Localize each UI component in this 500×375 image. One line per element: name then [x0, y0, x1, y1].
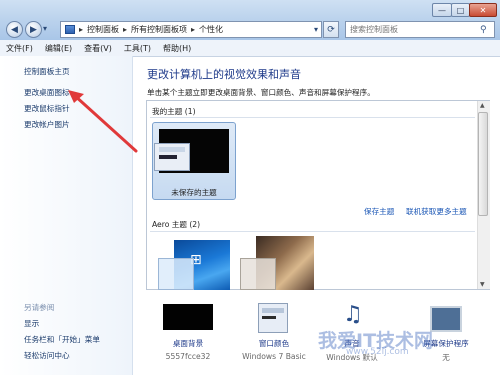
my-themes-heading: 我的主题 (1) — [152, 107, 196, 116]
theme-preview-window — [158, 258, 194, 290]
watermark-url: www.52ij.com — [346, 347, 409, 357]
theme-preview-window — [240, 258, 276, 290]
breadcrumb-separator: ▸ — [123, 25, 128, 34]
screensaver-icon[interactable] — [430, 306, 462, 332]
scroll-thumb[interactable] — [478, 112, 488, 216]
sidebar-link-change-mouse-pointers[interactable]: 更改鼠标指针 — [24, 103, 70, 114]
search-icon[interactable]: ⚲ — [480, 25, 487, 35]
back-button[interactable]: ◀ — [6, 21, 23, 38]
save-theme-link[interactable]: 保存主题 — [364, 206, 394, 217]
refresh-button[interactable]: ⟳ — [323, 21, 339, 38]
control-panel-icon — [65, 25, 75, 34]
menu-tools[interactable]: 工具(T) — [118, 43, 157, 54]
screensaver-value: 无 — [442, 353, 450, 362]
sidebar-link-change-desktop-icons[interactable]: 更改桌面图标 — [24, 87, 70, 98]
page-subtitle: 单击某个主题立即更改桌面背景、窗口颜色、声音和屏幕保护程序。 — [147, 88, 375, 97]
desktop-background-value: 5557fcce32 — [165, 352, 211, 361]
menu-bar: 文件(F) 编辑(E) 查看(V) 工具(T) 帮助(H) — [0, 40, 500, 57]
sidebar-link-ease-of-access[interactable]: 轻松访问中心 — [24, 350, 70, 361]
recent-pages-dropdown-icon[interactable]: ▾ — [43, 24, 47, 33]
window-color-icon[interactable] — [258, 303, 288, 333]
desktop-background-thumbnail[interactable] — [163, 304, 213, 330]
search-box[interactable]: ⚲ — [345, 21, 495, 38]
menu-help[interactable]: 帮助(H) — [157, 43, 197, 54]
sidebar-link-control-panel-home[interactable]: 控制面板主页 — [24, 66, 70, 77]
menu-edit[interactable]: 编辑(E) — [39, 43, 78, 54]
aero-themes-heading: Aero 主题 (2) — [152, 220, 201, 229]
address-dropdown-icon[interactable]: ▾ — [314, 25, 318, 34]
divider — [150, 231, 475, 232]
breadcrumb-all-items[interactable]: 所有控制面板项 — [131, 24, 187, 35]
sidebar-link-change-account-picture[interactable]: 更改帐户图片 — [24, 119, 70, 130]
breadcrumb-personalization[interactable]: 个性化 — [199, 24, 223, 35]
scroll-down-icon[interactable]: ▼ — [480, 281, 485, 288]
divider — [150, 117, 475, 118]
page-title: 更改计算机上的视觉效果和声音 — [147, 68, 301, 81]
forward-button[interactable]: ▶ — [25, 21, 42, 38]
sidebar-link-taskbar-start-menu[interactable]: 任务栏和「开始」菜单 — [24, 334, 100, 345]
menu-file[interactable]: 文件(F) — [0, 43, 39, 54]
see-also-heading: 另请参阅 — [24, 303, 55, 312]
breadcrumb-separator: ▸ — [191, 25, 196, 34]
close-button[interactable]: ✕ — [469, 3, 497, 17]
window-color-value: Windows 7 Basic — [242, 352, 306, 361]
scroll-up-icon[interactable]: ▲ — [480, 102, 485, 109]
minimize-button[interactable]: — — [432, 3, 452, 17]
sounds-icon[interactable]: ♫ — [343, 302, 363, 327]
search-input[interactable] — [346, 24, 480, 35]
get-more-themes-link[interactable]: 联机获取更多主题 — [406, 206, 467, 217]
desktop-background-label[interactable]: 桌面背景 — [150, 338, 226, 349]
menu-view[interactable]: 查看(V) — [78, 43, 118, 54]
window-color-label[interactable]: 窗口颜色 — [236, 338, 312, 349]
sidebar-link-display[interactable]: 显示 — [24, 318, 39, 329]
maximize-button[interactable]: □ — [451, 3, 470, 17]
breadcrumb-control-panel[interactable]: 控制面板 — [87, 24, 119, 35]
theme-name: 未保存的主题 — [171, 188, 217, 197]
theme-preview-window — [154, 143, 190, 171]
breadcrumb-separator: ▸ — [79, 25, 84, 34]
address-bar[interactable]: ▸ 控制面板 ▸ 所有控制面板项 ▸ 个性化 ▾ — [60, 21, 322, 38]
